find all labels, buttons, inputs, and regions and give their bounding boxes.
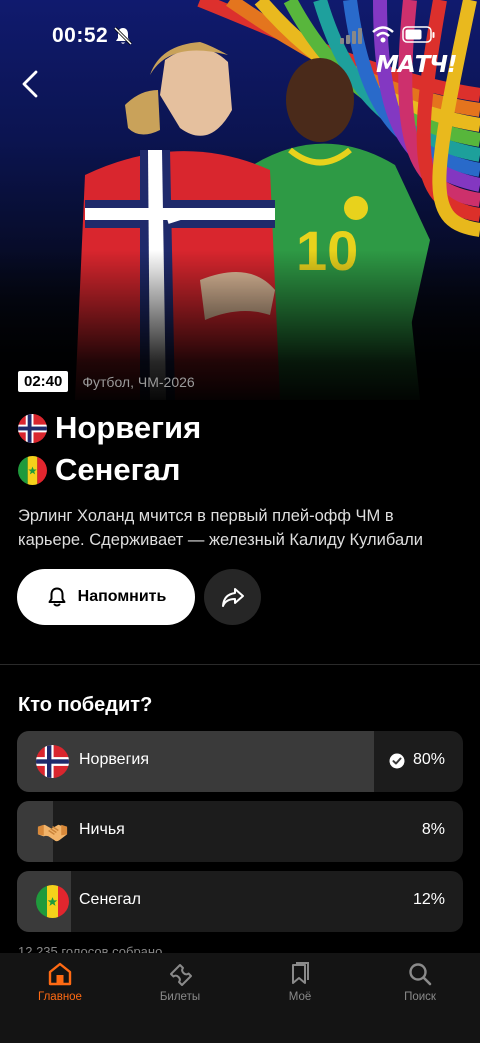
tab-search[interactable]: Поиск bbox=[360, 961, 480, 1021]
remind-button[interactable]: Напомнить bbox=[17, 569, 195, 625]
back-arrow-icon[interactable] bbox=[16, 68, 48, 100]
tab-mine[interactable]: Моё bbox=[240, 961, 360, 1021]
team-away: Сенегал bbox=[18, 452, 180, 488]
poll-title: Кто победит? bbox=[18, 694, 153, 716]
channel-logo: МАТЧ! bbox=[376, 52, 457, 78]
bookmark-icon bbox=[292, 962, 309, 984]
share-icon bbox=[221, 588, 244, 607]
poll-option-label: Норвегия bbox=[79, 751, 150, 768]
poll-option-percent: 12% bbox=[412, 891, 445, 908]
battery-icon bbox=[402, 26, 435, 43]
match-meta: 02:40 Футбол, ЧМ-2026 bbox=[18, 371, 195, 392]
tab-tickets-label: Билеты bbox=[159, 991, 201, 1003]
bell-off-icon bbox=[113, 26, 133, 46]
section-divider bbox=[0, 664, 480, 665]
search-icon bbox=[409, 963, 432, 986]
match-description: Эрлинг Холанд мчится в первый плей-офф Ч… bbox=[18, 507, 423, 549]
poll-option-label: Ничья bbox=[79, 821, 125, 838]
cellular-signal-icon bbox=[340, 28, 362, 44]
tab-home-label: Главное bbox=[38, 991, 82, 1003]
team-home-name: Норвегия bbox=[55, 410, 202, 445]
check-circle-icon bbox=[389, 753, 405, 769]
poll-option-senegal[interactable]: Сенегал 12% bbox=[17, 871, 463, 932]
senegal-flag-icon bbox=[18, 455, 47, 485]
status-time: 00:52 bbox=[52, 24, 109, 47]
status-bar: 00:52 bbox=[0, 20, 480, 52]
poll-option-norway[interactable]: Норвегия 80% bbox=[17, 731, 463, 792]
tab-search-label: Поиск bbox=[404, 991, 436, 1003]
poll-option-fill bbox=[17, 731, 374, 792]
tab-tickets[interactable]: Билеты bbox=[120, 961, 240, 1021]
team-home: Норвегия bbox=[18, 410, 201, 446]
bell-icon bbox=[48, 587, 66, 607]
team-away-name: Сенегал bbox=[55, 452, 181, 487]
share-button[interactable] bbox=[204, 569, 261, 625]
poll-option-percent: 8% bbox=[421, 821, 445, 838]
home-icon bbox=[48, 962, 72, 986]
bottom-tab-bar: Главное Билеты Моё Поиск bbox=[0, 953, 480, 1043]
ticket-icon bbox=[170, 964, 192, 986]
match-sport: Футбол, ЧМ-2026 bbox=[82, 373, 195, 390]
poll-option-percent: 80% bbox=[412, 751, 445, 768]
norway-flag-icon bbox=[18, 413, 47, 443]
poll-option-draw[interactable]: Ничья 8% bbox=[17, 801, 463, 862]
match-time-badge: 02:40 bbox=[18, 371, 69, 392]
tab-home[interactable]: Главное bbox=[0, 961, 120, 1021]
senegal-flag-icon bbox=[36, 885, 69, 918]
handshake-icon bbox=[37, 824, 68, 842]
wifi-icon bbox=[372, 26, 394, 43]
norway-flag-icon bbox=[36, 745, 69, 778]
tab-mine-label: Моё bbox=[288, 991, 312, 1003]
poll-option-label: Сенегал bbox=[79, 891, 141, 908]
remind-button-label: Напомнить bbox=[77, 588, 167, 605]
